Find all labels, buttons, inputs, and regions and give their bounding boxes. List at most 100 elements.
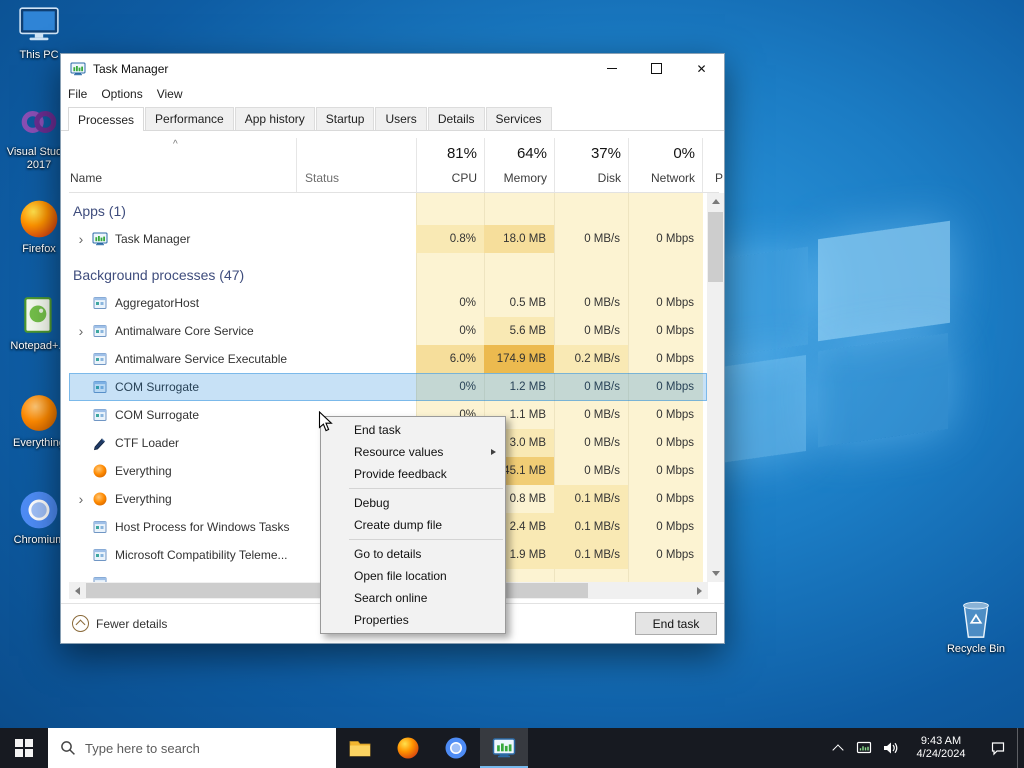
context-menu-item-provide-feedback[interactable]: Provide feedback bbox=[321, 463, 505, 485]
menu-file[interactable]: File bbox=[61, 84, 94, 104]
process-network-cell: 0 Mbps bbox=[656, 409, 694, 421]
end-task-button[interactable]: End task bbox=[635, 612, 717, 635]
tray-expand-button[interactable] bbox=[825, 728, 851, 768]
process-disk-cell: 0 MB/s bbox=[584, 409, 620, 421]
process-group-header-background-processes-47[interactable]: Background processes (47) bbox=[69, 261, 707, 289]
taskbar-button-task-manager[interactable] bbox=[480, 728, 528, 768]
submenu-arrow-icon bbox=[491, 448, 496, 455]
expand-chevron-icon[interactable]: › bbox=[74, 485, 88, 513]
expand-chevron-icon[interactable]: › bbox=[74, 225, 88, 253]
process-status-cell bbox=[296, 345, 416, 373]
context-menu-item-create-dump-file[interactable]: Create dump file bbox=[321, 514, 505, 536]
context-menu-item-label: Resource values bbox=[354, 445, 444, 459]
process-group-header-apps-1[interactable]: Apps (1) bbox=[69, 197, 707, 225]
process-row-antimalware-service-executable[interactable]: Antimalware Service Executable 6.0% 174.9 … bbox=[69, 345, 707, 373]
process-network-cell: 0 Mbps bbox=[656, 521, 694, 533]
process-status-cell bbox=[296, 373, 416, 401]
process-network-cell: 0 Mbps bbox=[656, 353, 694, 365]
process-disk-cell bbox=[554, 569, 628, 582]
context-menu-item-label: Search online bbox=[354, 591, 428, 605]
column-header-disk[interactable]: 37% Disk bbox=[554, 138, 629, 192]
chevron-up-icon bbox=[75, 619, 85, 630]
context-menu-item-debug[interactable]: Debug bbox=[321, 492, 505, 514]
title-bar[interactable]: Task Manager ✕ bbox=[61, 54, 724, 83]
column-header-cpu[interactable]: 81% CPU bbox=[416, 138, 485, 192]
caption-buttons: ✕ bbox=[589, 54, 724, 83]
context-menu-item-resource-values[interactable]: Resource values bbox=[321, 441, 505, 463]
menu-options[interactable]: Options bbox=[94, 84, 149, 104]
column-header-label: Name bbox=[70, 171, 103, 185]
process-name: Antimalware Core Service bbox=[115, 324, 254, 338]
scroll-right-button[interactable] bbox=[691, 582, 708, 599]
maximize-button[interactable] bbox=[634, 54, 679, 83]
column-header-label: Status bbox=[305, 171, 340, 185]
process-disk-cell: 0 MB/s bbox=[584, 381, 620, 393]
process-row-aggregatorhost[interactable]: AggregatorHost 0% 0.5 MB 0 MB/s 0 Mbps bbox=[69, 289, 707, 317]
close-button[interactable]: ✕ bbox=[679, 54, 724, 83]
process-name: CTF Loader bbox=[115, 436, 180, 450]
context-menu-item-search-online[interactable]: Search online bbox=[321, 587, 505, 609]
process-network-cell: 0 Mbps bbox=[656, 325, 694, 337]
taskbar-button-firefox[interactable] bbox=[384, 728, 432, 768]
column-header-name[interactable]: ^ Name bbox=[69, 138, 296, 192]
fewer-details-button[interactable]: Fewer details bbox=[72, 615, 167, 632]
tab-performance[interactable]: Performance bbox=[145, 107, 234, 130]
process-row-com-surrogate[interactable]: COM Surrogate 0% 1.2 MB 0 MB/s 0 Mbps bbox=[69, 373, 707, 401]
process-network-cell: 0 Mbps bbox=[656, 381, 694, 393]
process-name: Host Process for Windows Tasks bbox=[115, 520, 290, 534]
start-button[interactable] bbox=[0, 728, 48, 768]
right-arrow-icon bbox=[697, 586, 702, 595]
everything-small-icon bbox=[92, 463, 108, 479]
tab-services[interactable]: Services bbox=[485, 107, 552, 130]
left-arrow-icon bbox=[75, 586, 80, 595]
scroll-up-button[interactable] bbox=[707, 193, 724, 210]
process-row-task-manager[interactable]: › Task Manager 0.8% 18.0 MB 0 MB/s 0 Mbps bbox=[69, 225, 707, 253]
clock-time: 9:43 AM bbox=[920, 735, 962, 747]
chevron-up-icon bbox=[832, 744, 844, 756]
column-header-memory[interactable]: 64% Memory bbox=[484, 138, 555, 192]
taskbar-search[interactable]: Type here to search bbox=[48, 728, 336, 768]
show-desktop-button[interactable] bbox=[1017, 728, 1024, 768]
scroll-left-button[interactable] bbox=[69, 582, 86, 599]
tray-task-manager-icon[interactable] bbox=[851, 728, 877, 768]
header-gap bbox=[61, 131, 724, 138]
tab-startup[interactable]: Startup bbox=[315, 107, 375, 130]
process-name: Everything bbox=[115, 464, 172, 478]
tab-details[interactable]: Details bbox=[427, 107, 485, 130]
process-name-cell: › Everything bbox=[69, 485, 296, 513]
vertical-scrollbar-thumb[interactable] bbox=[708, 212, 723, 282]
chromium-icon bbox=[444, 736, 468, 760]
desktop-icon-label: Everything bbox=[13, 437, 65, 449]
scroll-down-button[interactable] bbox=[707, 565, 724, 582]
process-name-cell: AggregatorHost bbox=[69, 289, 296, 317]
tab-app-history[interactable]: App history bbox=[234, 107, 315, 130]
tab-processes[interactable]: Processes bbox=[68, 107, 145, 131]
volume-icon[interactable] bbox=[877, 728, 903, 768]
taskbar-button-chromium[interactable] bbox=[432, 728, 480, 768]
column-header-partial[interactable]: P bbox=[702, 138, 723, 192]
close-icon: ✕ bbox=[696, 61, 707, 76]
process-memory-cell: 5.6 MB bbox=[484, 317, 554, 345]
action-center-button[interactable] bbox=[979, 728, 1017, 768]
context-menu-item-open-file-location[interactable]: Open file location bbox=[321, 565, 505, 587]
menu-view[interactable]: View bbox=[150, 84, 190, 104]
recycle-bin-icon bbox=[955, 598, 997, 640]
taskbar-clock[interactable]: 9:43 AM 4/24/2024 bbox=[907, 735, 975, 761]
process-row-antimalware-core-service[interactable]: › Antimalware Core Service 0% 5.6 MB 0 MB/s 0… bbox=[69, 317, 707, 345]
column-header-network[interactable]: 0% Network bbox=[628, 138, 703, 192]
tab-users[interactable]: Users bbox=[375, 107, 427, 130]
column-header-status[interactable]: Status bbox=[296, 138, 417, 192]
desktop-icon-recycle-bin[interactable]: Recycle Bin bbox=[944, 598, 1008, 656]
taskmgr-icon bbox=[92, 231, 108, 247]
context-menu-item-label: Debug bbox=[354, 496, 390, 510]
taskbar-button-file-explorer[interactable] bbox=[336, 728, 384, 768]
context-menu-item-end-task[interactable]: End task bbox=[321, 419, 505, 441]
vertical-scrollbar[interactable] bbox=[707, 193, 724, 582]
tab-strip: Processes Performance App history Startup Us… bbox=[61, 105, 724, 131]
process-cpu-cell: 6.0% bbox=[416, 345, 484, 373]
desktop-icon-label: Chromium bbox=[13, 534, 65, 546]
context-menu-item-properties[interactable]: Properties bbox=[321, 609, 505, 631]
expand-chevron-icon[interactable]: › bbox=[74, 317, 88, 345]
context-menu-item-go-to-details[interactable]: Go to details bbox=[321, 543, 505, 565]
minimize-button[interactable] bbox=[589, 54, 634, 83]
